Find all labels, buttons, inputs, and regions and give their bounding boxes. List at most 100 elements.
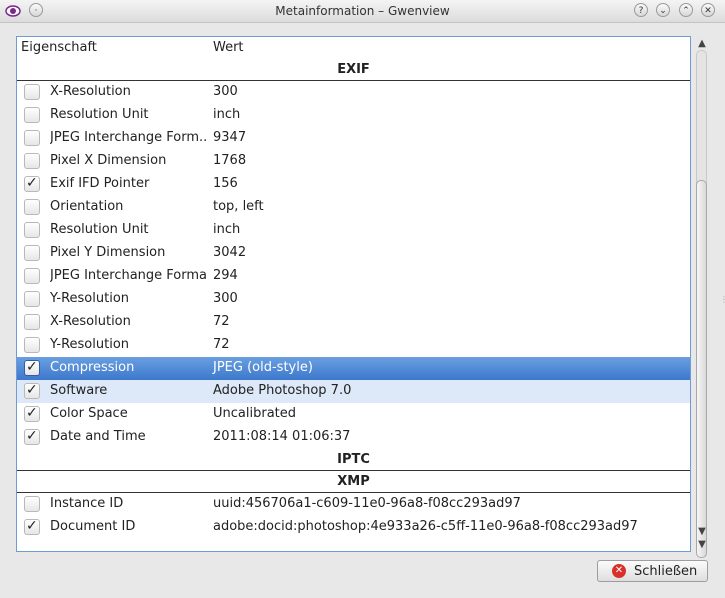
table-row[interactable]: Pixel X Dimension 1768 <box>17 150 690 173</box>
row-checkbox[interactable] <box>24 199 40 215</box>
row-checkbox[interactable] <box>24 222 40 238</box>
scrollbar-thumb[interactable] <box>696 180 707 558</box>
row-checkbox[interactable] <box>24 107 40 123</box>
property-name: Document ID <box>50 519 136 534</box>
property-name: Resolution Unit <box>50 222 149 237</box>
table-row[interactable]: Y-Resolution 300 <box>17 288 690 311</box>
minimize-button[interactable]: ⌄ <box>656 3 670 17</box>
property-value: top, left <box>213 199 264 214</box>
metadata-tree-view[interactable]: Eigenschaft Wert EXIF X-Resolution 300 Res… <box>16 36 691 552</box>
property-name: Color Space <box>50 406 128 421</box>
property-value: Adobe Photoshop 7.0 <box>213 383 352 398</box>
resize-grip-icon[interactable]: ⋮ <box>720 295 725 304</box>
table-row[interactable]: ✓ Exif IFD Pointer 156 <box>17 173 690 196</box>
property-value: inch <box>213 107 241 122</box>
property-name: Pixel Y Dimension <box>50 245 166 260</box>
row-checkbox[interactable] <box>24 153 40 169</box>
row-checkbox[interactable]: ✓ <box>24 518 40 535</box>
row-checkbox[interactable]: ✓ <box>24 428 40 445</box>
section-header-xmp[interactable]: XMP <box>17 471 690 493</box>
property-value: 156 <box>213 176 238 191</box>
property-value: 300 <box>213 291 238 306</box>
property-name: Resolution Unit <box>50 107 149 122</box>
row-checkbox[interactable] <box>24 314 40 330</box>
property-value: JPEG (old-style) <box>213 360 313 375</box>
property-name: Instance ID <box>50 496 124 511</box>
property-value: 2011:08:14 01:06:37 <box>213 429 351 444</box>
column-header-property[interactable]: Eigenschaft <box>21 40 97 55</box>
title-bar: · Metainformation – Gwenview ? ⌄ ⌃ ✕ <box>0 0 725 23</box>
section-header-exif[interactable]: EXIF <box>17 59 690 81</box>
table-row[interactable]: Resolution Unit inch <box>17 104 690 127</box>
table-row[interactable]: ✓ Document ID adobe:docid:photoshop:4e933a… <box>17 516 690 539</box>
property-value: 1768 <box>213 153 247 168</box>
row-checkbox[interactable]: ✓ <box>24 359 40 376</box>
property-name: Orientation <box>50 199 124 214</box>
property-name: Y-Resolution <box>50 291 130 306</box>
close-dialog-button[interactable]: ✕ Schließen <box>597 560 708 582</box>
row-checkbox[interactable]: ✓ <box>24 175 40 192</box>
row-checkbox[interactable] <box>24 245 40 261</box>
table-row[interactable]: ✓ Compression JPEG (old-style) <box>17 357 690 380</box>
property-value: 72 <box>213 337 230 352</box>
table-row[interactable]: JPEG Interchange Format 294 <box>17 265 690 288</box>
checkmark-icon: ✓ <box>26 382 38 398</box>
property-name: Compression <box>50 360 135 375</box>
maximize-button[interactable]: ⌃ <box>679 3 693 17</box>
row-checkbox[interactable] <box>24 337 40 353</box>
property-value: 300 <box>213 84 238 99</box>
property-value: Uncalibrated <box>213 406 297 421</box>
help-button[interactable]: ? <box>634 3 648 17</box>
row-checkbox[interactable] <box>24 130 40 146</box>
row-checkbox[interactable]: ✓ <box>24 382 40 399</box>
property-value: adobe:docid:photoshop:4e933a26-c5ff-11e0… <box>213 519 638 534</box>
property-name: X-Resolution <box>50 84 131 99</box>
checkmark-icon: ✓ <box>26 405 38 421</box>
table-header: Eigenschaft Wert <box>17 37 690 60</box>
property-name: X-Resolution <box>50 314 131 329</box>
table-row[interactable]: Resolution Unit inch <box>17 219 690 242</box>
row-checkbox[interactable]: ✓ <box>24 405 40 422</box>
property-name: JPEG Interchange Form... <box>50 130 206 145</box>
checkmark-icon: ✓ <box>26 518 38 534</box>
table-row[interactable]: ✓ Color Space Uncalibrated <box>17 403 690 426</box>
property-value: 9347 <box>213 130 247 145</box>
vertical-scrollbar[interactable]: ▲ ▼ ▼ <box>694 36 710 558</box>
table-row[interactable]: Pixel Y Dimension 3042 <box>17 242 690 265</box>
table-row[interactable]: ✓ Date and Time 2011:08:14 01:06:37 <box>17 426 690 449</box>
row-checkbox[interactable] <box>24 496 40 512</box>
property-name: Date and Time <box>50 429 146 444</box>
property-name: Exif IFD Pointer <box>50 176 150 191</box>
table-row[interactable]: Instance ID uuid:456706a1-c609-11e0-96a8-… <box>17 493 690 516</box>
checkmark-icon: ✓ <box>26 175 38 191</box>
checkmark-icon: ✓ <box>26 359 38 375</box>
row-checkbox[interactable] <box>24 84 40 100</box>
checkmark-icon: ✓ <box>26 428 38 444</box>
property-name: Software <box>50 383 108 398</box>
property-value: inch <box>213 222 241 237</box>
table-row[interactable]: X-Resolution 300 <box>17 81 690 104</box>
property-value: uuid:456706a1-c609-11e0-96a8-f08cc293ad9… <box>213 496 521 511</box>
property-value: 72 <box>213 314 230 329</box>
table-row[interactable]: JPEG Interchange Form... 9347 <box>17 127 690 150</box>
property-value: 294 <box>213 268 238 283</box>
close-button-label: Schließen <box>634 564 698 579</box>
table-row[interactable]: Orientation top, left <box>17 196 690 219</box>
table-row[interactable]: ✓ Software Adobe Photoshop 7.0 <box>17 380 690 403</box>
row-checkbox[interactable] <box>24 268 40 284</box>
scroll-down-arrow-icon[interactable]: ▼ <box>695 539 709 551</box>
close-icon: ✕ <box>612 564 626 578</box>
property-value: 3042 <box>213 245 247 260</box>
table-row[interactable]: Y-Resolution 72 <box>17 334 690 357</box>
row-checkbox[interactable] <box>24 291 40 307</box>
section-header-iptc[interactable]: IPTC <box>17 449 690 471</box>
scroll-up-arrow-icon[interactable]: ▲ <box>695 38 709 50</box>
table-row[interactable]: X-Resolution 72 <box>17 311 690 334</box>
close-window-button[interactable]: ✕ <box>701 3 715 17</box>
column-header-value[interactable]: Wert <box>213 40 244 55</box>
property-name: JPEG Interchange Format <box>50 268 206 283</box>
window-title: Metainformation – Gwenview <box>275 4 450 18</box>
scroll-down-arrow-icon[interactable]: ▼ <box>695 526 709 538</box>
property-name: Y-Resolution <box>50 337 130 352</box>
property-name: Pixel X Dimension <box>50 153 167 168</box>
